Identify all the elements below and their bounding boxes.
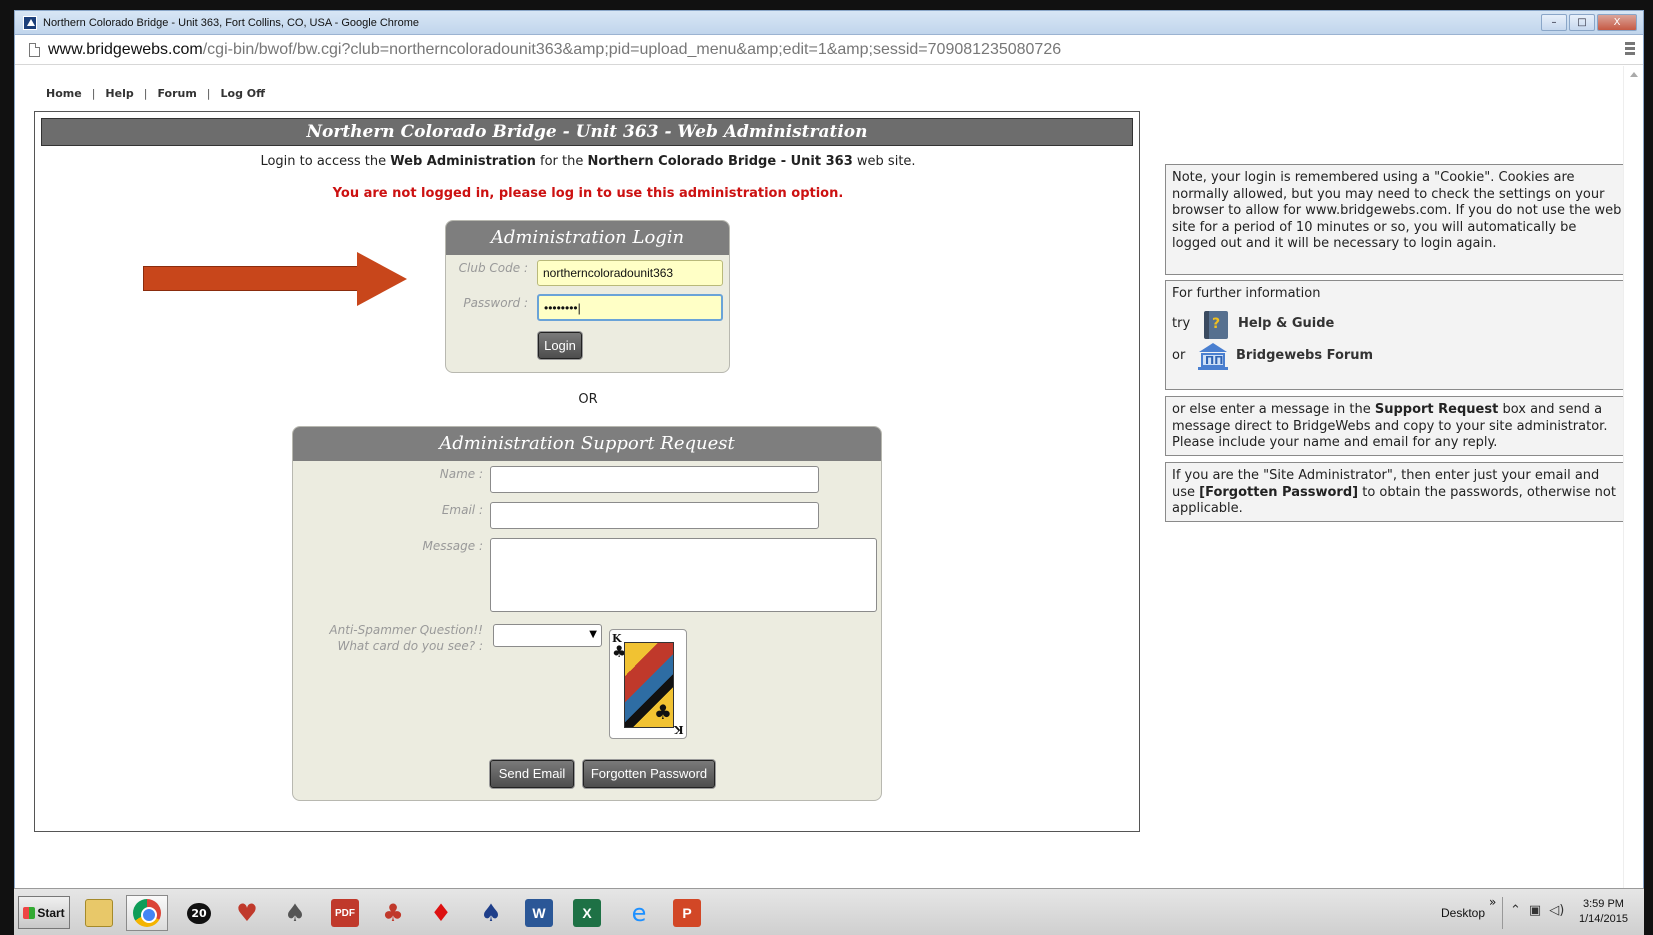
admin-main-box: Northern Colorado Bridge - Unit 363 - We… [34,111,1140,832]
browser-window: Northern Colorado Bridge - Unit 363, For… [14,10,1644,889]
nav-home[interactable]: Home [46,87,82,100]
password-input[interactable]: ••••••••| [537,294,723,321]
support-request-panel: Administration Support Request Name : Em… [292,426,882,801]
forgotten-password-button[interactable]: Forgotten Password [583,760,715,788]
close-button[interactable]: X [1597,14,1637,31]
message-textarea[interactable] [490,538,877,612]
message-label: Message : [422,539,483,553]
arrow-pointer-icon [143,252,408,306]
or-divider: OR [578,392,598,407]
maximize-button[interactable]: □ [1569,14,1595,31]
try-label: try [1172,316,1191,332]
window-controls: – □ X [1541,14,1637,31]
powerpoint-app-icon[interactable]: P [666,895,708,931]
further-info-box: For further information try Help & Guide… [1165,280,1625,390]
nav-help[interactable]: Help [105,87,133,100]
url-path: /cgi-bin/bwof/bw.cgi?club=northerncolora… [202,40,1062,58]
chrome-menu-icon[interactable] [1625,42,1635,58]
club-app-icon[interactable]: ♣ [372,895,414,931]
login-panel: Administration Login Club Code : norther… [445,220,730,373]
club-code-label: Club Code : [458,261,528,275]
cards-app-icon[interactable]: ♠ [274,895,316,931]
windows-flag-icon [23,906,36,919]
help-book-icon[interactable] [1204,310,1228,339]
tray-separator [1502,897,1503,929]
or-label: or [1172,348,1186,364]
send-email-button[interactable]: Send Email [490,760,574,788]
clock[interactable]: 3:59 PM 1/14/2015 [1579,897,1628,927]
volume-icon[interactable]: ◁) [1549,903,1564,918]
word-app-icon[interactable]: W [518,895,560,931]
card-select[interactable]: ▼ [493,624,602,647]
page-icon [29,42,40,57]
taskbar: Start 20 ♥ ♠ PDF ♣ ♦ ♠ W X e P Desktop »… [14,888,1644,935]
cookie-note-text: Note, your login is remembered using a "… [1172,170,1622,251]
scroll-up-icon[interactable] [1630,72,1638,77]
toolbar-chevron-icon[interactable]: » [1489,895,1496,909]
page-content: Home | Help | Forum | Log Off Northern C… [15,66,1625,889]
login-button[interactable]: Login [538,332,582,359]
url-domain: www.bridgewebs.com [48,40,203,58]
name-input[interactable] [490,466,819,493]
address-bar[interactable]: www.bridgewebs.com/cgi-bin/bwof/bw.cgi?c… [15,35,1643,65]
url-text[interactable]: www.bridgewebs.com/cgi-bin/bwof/bw.cgi?c… [48,41,1061,59]
excel-app-icon[interactable]: X [566,895,608,931]
desktop-toolbar-label[interactable]: Desktop [1441,906,1485,920]
top-nav: Home | Help | Forum | Log Off [46,87,265,100]
nav-separator: | [206,87,211,100]
club-code-input[interactable]: northerncoloradounit363 [537,260,723,286]
diamond-app-icon[interactable]: ♦ [420,895,462,931]
internet-explorer-icon[interactable]: e [618,895,660,931]
vertical-scrollbar[interactable] [1623,66,1643,889]
spade-circle-app-icon[interactable]: ♠ [470,895,512,931]
network-icon[interactable]: ▣ [1529,903,1541,918]
start-button[interactable]: Start [18,896,70,929]
nav-separator: | [91,87,96,100]
intro-text: Login to access the Web Administration f… [260,154,916,169]
nav-separator: | [143,87,148,100]
pdf-app-icon[interactable]: PDF [324,895,366,931]
forum-temple-icon[interactable] [1198,342,1228,371]
support-info-box: or else enter a message in the Support R… [1165,396,1625,456]
further-info-text: For further information [1172,286,1321,301]
password-label: Password : [463,296,528,310]
heart-app-icon[interactable]: ♥ [226,895,268,931]
email-input[interactable] [490,502,819,529]
chrome-taskbar-icon[interactable] [126,895,168,931]
window-title: Northern Colorado Bridge - Unit 363, For… [43,16,419,29]
tray-expand-icon[interactable]: ⌃ [1510,903,1521,918]
spade-game-icon[interactable]: 20 [178,895,220,931]
not-logged-in-warning: You are not logged in, please log in to … [332,186,844,201]
chrome-window-icon [23,15,37,30]
support-panel-title: Administration Support Request [293,427,881,461]
name-label: Name : [439,467,483,481]
minimize-button[interactable]: – [1541,14,1567,31]
email-label: Email : [441,503,483,517]
nav-log-off[interactable]: Log Off [221,87,266,100]
nav-forum[interactable]: Forum [157,87,196,100]
antispam-label: Anti-Spammer Question!! What card do you … [329,623,483,653]
help-guide-link[interactable]: Help & Guide [1238,316,1334,333]
login-panel-title: Administration Login [446,221,729,255]
cookie-note-box: Note, your login is remembered using a "… [1165,164,1625,275]
bridgewebs-forum-link[interactable]: Bridgewebs Forum [1236,348,1373,365]
system-tray: ⌃ ▣ ◁) [1510,903,1564,918]
king-of-clubs-card-image: K ♣ ♣ K [609,629,687,739]
site-admin-info-box: If you are the "Site Administrator", the… [1165,462,1625,522]
title-bar: Northern Colorado Bridge - Unit 363, For… [15,11,1643,35]
page-title: Northern Colorado Bridge - Unit 363 - We… [41,118,1133,146]
file-explorer-icon[interactable] [78,895,120,931]
